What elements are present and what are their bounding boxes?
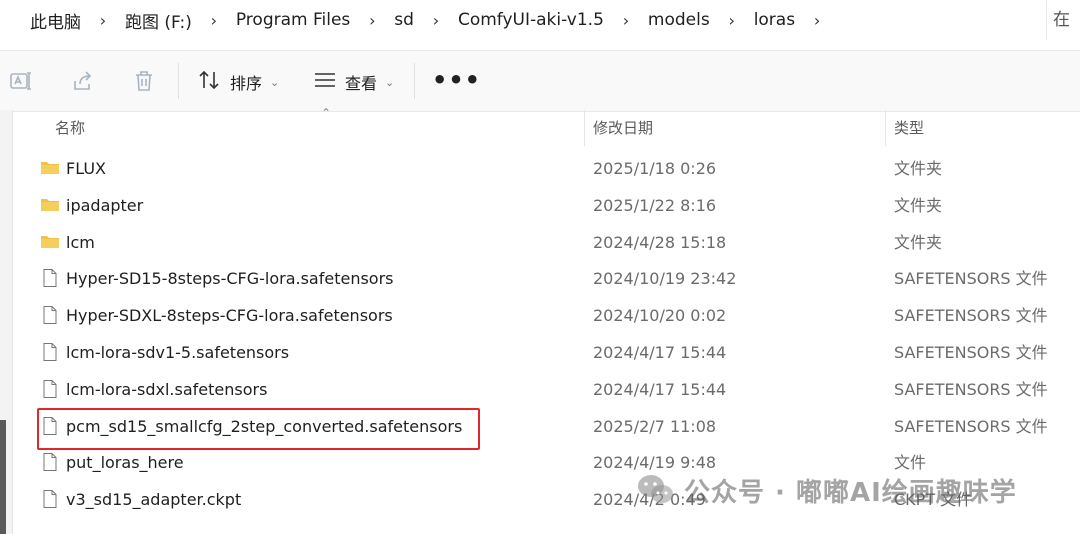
more-options-button[interactable]: ••• — [432, 66, 481, 94]
toolbar-divider — [414, 63, 415, 99]
column-divider[interactable] — [584, 110, 585, 146]
share-icon[interactable] — [71, 69, 95, 93]
file-type: SAFETENSORS 文件 — [894, 306, 1048, 326]
chevron-down-icon: ⌄ — [270, 75, 280, 89]
chevron-down-icon: ⌄ — [385, 75, 395, 89]
file-icon — [40, 452, 60, 472]
wechat-logo-icon — [636, 473, 674, 507]
search-input[interactable]: 在 — [1046, 0, 1080, 40]
folder-icon — [40, 158, 60, 178]
folder-icon — [40, 232, 60, 252]
sort-ascending-icon: ⌃ — [321, 106, 332, 120]
chevron-right-icon[interactable]: › — [716, 11, 748, 30]
chevron-right-icon[interactable]: › — [801, 11, 833, 30]
watermark-text: 公众号 · 嘟嘟AI绘画趣味学 — [684, 477, 1017, 508]
highlight-box — [37, 408, 480, 450]
command-bar: 排序 ⌄ 查看 ⌄ ••• — [0, 50, 1080, 112]
folder-icon — [40, 195, 60, 215]
scrollbar-thumb[interactable] — [0, 420, 6, 534]
file-name: ipadapter — [66, 195, 144, 215]
watermark: 公众号 · 嘟嘟AI绘画趣味学 — [636, 468, 1017, 512]
file-row[interactable]: FLUX 2025/1/18 0:26 文件夹 — [13, 150, 1080, 187]
breadcrumb: 此电脑 › 跑图 (F:) › Program Files › sd › Com… — [0, 0, 1036, 40]
file-type: 文件夹 — [894, 159, 943, 178]
breadcrumb-this-pc[interactable]: 此电脑 — [0, 8, 87, 33]
file-name: FLUX — [66, 159, 106, 178]
breadcrumb-drive[interactable]: 跑图 (F:) — [119, 8, 198, 33]
file-type: SAFETENSORS 文件 — [894, 379, 1048, 399]
file-icon — [40, 342, 60, 362]
view-button[interactable]: 查看 ⌄ — [313, 67, 394, 97]
chevron-right-icon[interactable]: › — [356, 11, 388, 30]
file-type: SAFETENSORS 文件 — [894, 416, 1048, 436]
column-divider[interactable] — [885, 110, 886, 146]
rename-icon[interactable] — [9, 69, 33, 93]
file-icon — [40, 489, 60, 509]
file-type: 文件夹 — [894, 232, 943, 252]
file-modified-date: 2024/10/19 23:42 — [593, 269, 737, 289]
file-modified-date: 2024/10/20 0:02 — [593, 306, 727, 326]
breadcrumb-models[interactable]: models — [642, 10, 716, 30]
file-modified-date: 2025/1/18 0:26 — [593, 159, 717, 178]
file-icon — [40, 305, 60, 325]
view-label: 查看 — [345, 74, 378, 93]
file-modified-date: 2024/4/17 15:44 — [593, 343, 727, 362]
delete-icon[interactable] — [132, 69, 156, 93]
chevron-right-icon[interactable]: › — [610, 11, 642, 30]
file-icon — [40, 379, 60, 399]
file-type: SAFETENSORS 文件 — [894, 343, 1048, 362]
file-name: v3_sd15_adapter.ckpt — [66, 490, 242, 510]
toolbar-divider — [178, 63, 179, 99]
file-type: 文件夹 — [894, 195, 943, 215]
sort-button[interactable]: 排序 ⌄ — [198, 67, 279, 97]
column-header-name[interactable]: 名称 — [55, 110, 85, 146]
breadcrumb-comfyui[interactable]: ComfyUI-aki-v1.5 — [452, 10, 610, 30]
column-header-type[interactable]: 类型 — [894, 110, 924, 146]
file-icon — [40, 268, 60, 288]
file-name: lcm-lora-sdxl.safetensors — [66, 379, 268, 399]
view-icon — [313, 70, 337, 94]
file-modified-date: 2025/1/22 8:16 — [593, 195, 717, 215]
column-header-row: ⌃ 名称 修改日期 类型 — [13, 106, 1080, 146]
breadcrumb-loras[interactable]: loras — [748, 10, 801, 30]
file-name: Hyper-SD15-8steps-CFG-lora.safetensors — [66, 269, 394, 289]
address-bar[interactable]: 此电脑 › 跑图 (F:) › Program Files › sd › Com… — [0, 0, 1080, 40]
file-type: SAFETENSORS 文件 — [894, 269, 1048, 289]
column-header-modified[interactable]: 修改日期 — [593, 110, 653, 146]
file-row[interactable]: lcm-lora-sdxl.safetensors 2024/4/17 15:44… — [13, 371, 1080, 408]
file-modified-date: 2024/4/17 15:44 — [593, 379, 727, 399]
file-modified-date: 2024/4/28 15:18 — [593, 232, 727, 252]
sort-icon — [198, 69, 222, 95]
file-name: lcm-lora-sdv1-5.safetensors — [66, 343, 290, 362]
chevron-right-icon[interactable]: › — [198, 11, 230, 30]
file-row[interactable]: lcm 2024/4/28 15:18 文件夹 — [13, 224, 1080, 261]
file-row[interactable]: ipadapter 2025/1/22 8:16 文件夹 — [13, 187, 1080, 224]
breadcrumb-program-files[interactable]: Program Files — [230, 10, 356, 30]
file-row[interactable]: lcm-lora-sdv1-5.safetensors 2024/4/17 15:… — [13, 334, 1080, 371]
file-name: lcm — [66, 232, 95, 252]
chevron-right-icon[interactable]: › — [420, 11, 452, 30]
file-modified-date: 2025/2/7 11:08 — [593, 416, 717, 436]
file-row[interactable]: Hyper-SDXL-8steps-CFG-lora.safetensors 20… — [13, 297, 1080, 334]
file-row[interactable]: Hyper-SD15-8steps-CFG-lora.safetensors 20… — [13, 260, 1080, 297]
sort-label: 排序 — [230, 74, 263, 93]
breadcrumb-sd[interactable]: sd — [388, 10, 420, 30]
chevron-right-icon[interactable]: › — [87, 11, 119, 30]
file-name: Hyper-SDXL-8steps-CFG-lora.safetensors — [66, 306, 393, 326]
